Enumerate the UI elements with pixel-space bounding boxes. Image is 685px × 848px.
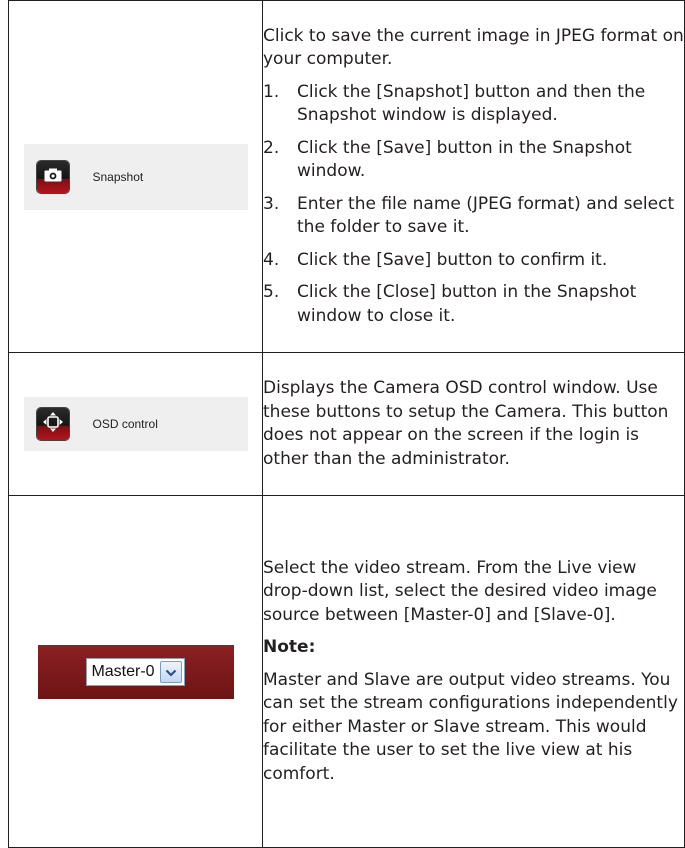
osd-control-button[interactable]: [36, 408, 69, 440]
list-item: 1. Click the [Snapshot] button and then t…: [263, 81, 684, 128]
camera-icon: [44, 167, 62, 186]
list-item: 4. Click the [Save] button to confirm it.: [263, 249, 684, 273]
step-number: 5.: [263, 282, 280, 303]
note-label: Note:: [263, 637, 316, 658]
control-cell: OSD control: [8, 352, 263, 496]
step-text: Click the [Save] button to confirm it.: [297, 249, 608, 270]
table-row: Snapshot Click to save the current image…: [8, 0, 685, 353]
osd-description: Displays the Camera OSD control window. …: [263, 378, 669, 469]
list-item: 5. Click the [Close] button in the Snapsh…: [263, 281, 684, 328]
snapshot-strip: Snapshot: [23, 143, 248, 210]
step-number: 4.: [263, 249, 280, 270]
step-number: 1.: [263, 81, 280, 102]
stream-bar: Master-0: [37, 644, 234, 699]
snapshot-intro: Click to save the current image in JPEG …: [263, 25, 684, 70]
step-text: Enter the file name (JPEG format) and se…: [297, 193, 675, 238]
dropdown-button[interactable]: [159, 660, 182, 683]
stream-description: Select the video stream. From the Live v…: [263, 557, 657, 625]
osd-control-label: OSD control: [92, 417, 158, 431]
description-cell: Click to save the current image in JPEG …: [262, 0, 685, 353]
osd-control-icon: [42, 411, 64, 437]
step-number: 3.: [263, 193, 280, 214]
function-table: Snapshot Click to save the current image…: [8, 0, 685, 848]
step-text: Click the [Save] button in the Snapshot …: [297, 137, 632, 182]
snapshot-button[interactable]: [36, 160, 69, 193]
stream-select[interactable]: Master-0: [86, 657, 185, 686]
chevron-down-icon: [165, 662, 177, 681]
description-cell: Select the video stream. From the Live v…: [262, 495, 685, 848]
note-text: Master and Slave are output video stream…: [263, 669, 678, 784]
snapshot-steps: 1. Click the [Snapshot] button and then t…: [263, 81, 684, 329]
snapshot-label: Snapshot: [92, 169, 144, 184]
list-item: 2. Click the [Save] button in the Snapsho…: [263, 137, 684, 184]
stream-select-value: Master-0: [91, 662, 155, 680]
control-cell: Snapshot: [8, 0, 263, 353]
step-text: Click the [Snapshot] button and then the…: [297, 81, 646, 126]
control-cell: Master-0: [8, 495, 263, 848]
description-cell: Displays the Camera OSD control window. …: [262, 352, 685, 496]
list-item: 3. Enter the file name (JPEG format) and …: [263, 193, 684, 240]
osd-strip: OSD control: [23, 397, 248, 451]
table-row: OSD control Displays the Camera OSD cont…: [8, 352, 685, 496]
step-number: 2.: [263, 137, 280, 158]
table-row: Master-0 Select the video stream. From t…: [8, 495, 685, 848]
step-text: Click the [Close] button in the Snapshot…: [297, 282, 637, 326]
